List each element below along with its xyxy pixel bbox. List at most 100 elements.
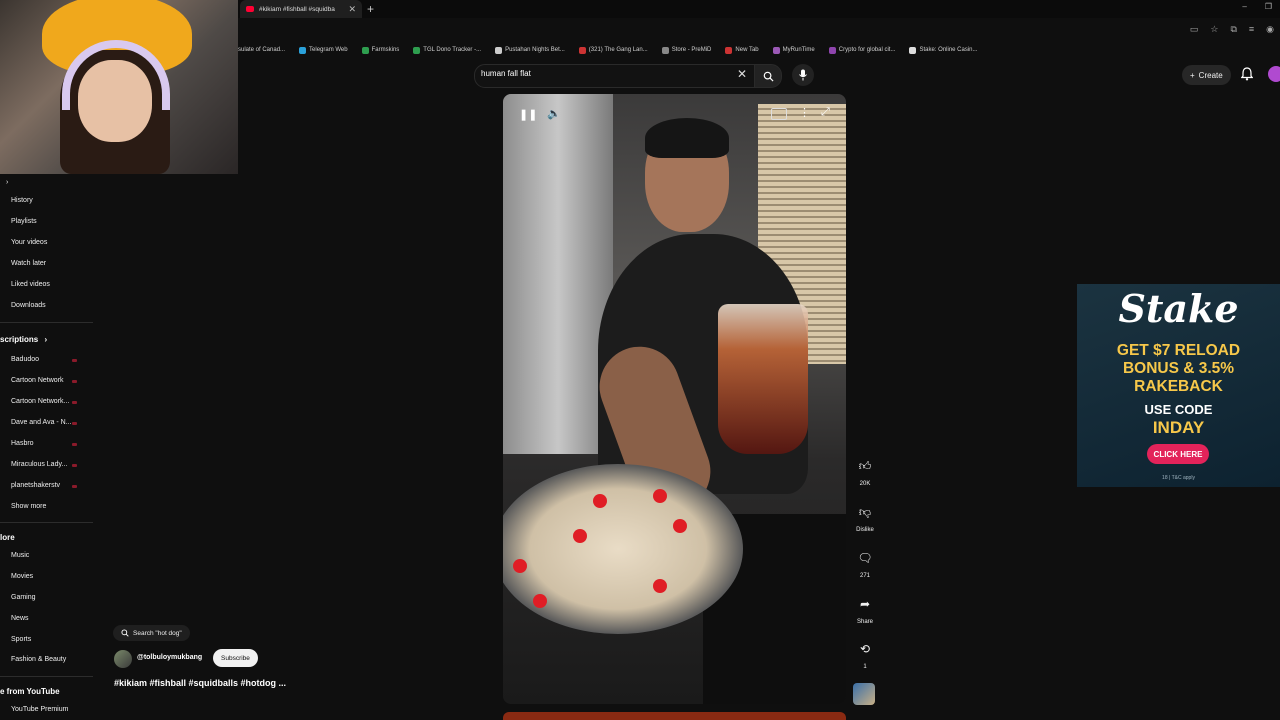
remix-button[interactable]: ⟲ 1 — [852, 642, 878, 670]
video-hair-shape — [645, 118, 729, 158]
subscriptions-heading[interactable]: scriptions › — [0, 335, 47, 344]
subscription-item[interactable]: Dave and Ava - N... — [11, 419, 72, 426]
browser-tab-active[interactable]: #kikiam #fishball #squidba ✕ — [240, 0, 362, 18]
new-content-indicator — [72, 359, 77, 362]
explore-heading: lore — [0, 533, 15, 542]
bookmark-item[interactable]: TGL Dono Tracker -... — [413, 43, 481, 57]
microphone-icon — [799, 69, 807, 81]
dislike-button[interactable]: 👎︎ Dislike — [852, 505, 878, 533]
sidebar-item-gaming[interactable]: Gaming — [11, 594, 36, 601]
subscription-item[interactable]: Miraculous Lady... — [11, 461, 67, 468]
pause-icon[interactable]: ❚❚ — [519, 108, 537, 121]
sidebar-item-youtube-premium[interactable]: YouTube Premium — [11, 706, 68, 713]
sidebar-item-movies[interactable]: Movies — [11, 573, 33, 580]
bookmark-label: TGL Dono Tracker -... — [423, 47, 482, 53]
ad-headline-line: BONUS & 3.5% — [1122, 360, 1235, 377]
sidebar-item-history[interactable]: History — [11, 197, 33, 204]
video-wok-shape — [503, 464, 743, 634]
bookmark-item[interactable]: (321) The Gang Lan... — [578, 43, 648, 57]
sidebar-divider — [0, 322, 93, 323]
ad-click-here-button[interactable]: CLICK HERE — [1147, 444, 1209, 464]
video-food-shape — [593, 494, 607, 508]
bookmark-favicon-icon — [909, 46, 917, 54]
bookmark-favicon-icon — [495, 46, 503, 54]
video-cup-shape — [718, 304, 808, 454]
account-avatar[interactable] — [1268, 66, 1280, 82]
sidebar-item-music[interactable]: Music — [11, 552, 29, 559]
channel-avatar[interactable] — [114, 650, 132, 668]
profile-icon[interactable]: ◉ — [1266, 24, 1274, 35]
new-content-indicator — [72, 464, 77, 467]
subscription-item[interactable]: planetshakerstv — [11, 482, 60, 489]
notifications-button[interactable] — [1240, 67, 1254, 86]
channel-name[interactable]: @tolbuloymukbang — [137, 654, 202, 661]
subscription-item[interactable]: Hasbro — [11, 440, 34, 447]
video-fridge-shape — [503, 94, 613, 454]
ad-use-code: USE CODE — [1144, 402, 1213, 417]
more-options-icon[interactable]: ⋮ — [799, 106, 810, 119]
sidebar-item-fashion-beauty[interactable]: Fashion & Beauty — [11, 656, 66, 663]
bookmark-item[interactable]: Stake: Online Casin... — [909, 43, 978, 57]
next-short-preview[interactable] — [503, 712, 846, 720]
ad-headline-line: RAKEBACK — [1134, 378, 1223, 395]
bookmark-label: MyRunTime — [782, 47, 815, 53]
like-button[interactable]: 👍︎ 20K — [852, 459, 878, 487]
volume-icon[interactable]: 🔈 — [547, 107, 561, 120]
bookmark-label: Pustahan Nights Bet... — [505, 47, 565, 53]
restore-icon[interactable]: ❐ — [1265, 2, 1272, 11]
comments-button[interactable]: 🗨︎ 271 — [852, 551, 878, 579]
bookmark-label: Stake: Online Casin... — [919, 47, 978, 53]
related-search-pill[interactable]: Search "hot dog" — [113, 625, 190, 641]
share-label: Share — [856, 619, 873, 625]
bookmark-item[interactable]: Farmskins — [361, 43, 400, 57]
bookmark-item[interactable]: MyRunTime — [772, 43, 815, 57]
clear-search-icon[interactable]: ✕ — [737, 67, 747, 81]
bookmark-item[interactable]: New Tab — [725, 43, 759, 57]
media-icon[interactable]: ≡ — [1249, 24, 1254, 35]
share-button[interactable]: ➦ Share — [852, 597, 878, 625]
remix-count: 1 — [863, 664, 867, 670]
voice-search-button[interactable] — [792, 64, 814, 86]
minimize-icon[interactable]: – — [1242, 2, 1246, 11]
new-content-indicator — [72, 422, 77, 425]
bookmark-item[interactable]: sulate of Canad... — [238, 43, 285, 57]
create-button[interactable]: + Create — [1182, 65, 1231, 85]
sidebar-item-liked-videos[interactable]: Liked videos — [11, 281, 50, 288]
bookmark-label: (321) The Gang Lan... — [588, 47, 648, 53]
sound-thumbnail[interactable] — [853, 683, 875, 705]
bookmark-item[interactable]: Pustahan Nights Bet... — [495, 43, 565, 57]
subscription-item[interactable]: Cartoon Network... — [11, 398, 69, 405]
captions-icon[interactable] — [771, 108, 787, 120]
comment-icon: 🗨︎ — [857, 551, 873, 565]
fullscreen-icon[interactable]: ⤢ — [821, 106, 830, 119]
new-content-indicator — [72, 401, 77, 404]
bookmark-star-icon[interactable]: ☆ — [1210, 24, 1218, 35]
subscription-item[interactable]: Cartoon Network — [11, 377, 64, 384]
new-content-indicator — [72, 443, 77, 446]
show-more-button[interactable]: Show more — [11, 503, 46, 510]
video-title[interactable]: #kikiam #fishball #squidballs #hotdog ..… — [114, 678, 286, 688]
tab-close-icon[interactable]: ✕ — [348, 4, 356, 15]
search-input[interactable]: human fall flat — [481, 69, 531, 78]
bookmark-favicon-icon — [413, 46, 421, 54]
search-button[interactable] — [754, 64, 782, 88]
subscription-item[interactable]: Badudoo — [11, 356, 39, 363]
sidebar-item-news[interactable]: News — [11, 615, 29, 622]
new-tab-button[interactable]: + — [367, 2, 374, 16]
subscribe-button[interactable]: Subscribe — [213, 649, 258, 667]
sidebar-item-watch-later[interactable]: Watch later — [11, 260, 46, 267]
shorts-video-player[interactable]: ❚❚ 🔈 ⋮ ⤢ — [503, 94, 846, 704]
bookmark-item[interactable]: Crypto for global cit... — [828, 43, 895, 57]
install-app-icon[interactable]: ▭ — [1190, 24, 1199, 35]
sidebar-expand-chevron-icon[interactable]: › — [6, 179, 8, 186]
bookmark-item[interactable]: Store - PreMiD — [661, 43, 711, 57]
bookmark-label: Farmskins — [371, 47, 400, 53]
sidebar-item-your-videos[interactable]: Your videos — [11, 239, 47, 246]
sidebar-item-sports[interactable]: Sports — [11, 636, 31, 643]
sidebar-item-playlists[interactable]: Playlists — [11, 218, 37, 225]
sidebar-item-downloads[interactable]: Downloads — [11, 302, 46, 309]
stake-advertisement[interactable]: Stake GET $7 RELOAD BONUS & 3.5% RAKEBAC… — [1077, 284, 1280, 487]
bookmark-item[interactable]: Telegram Web — [299, 43, 348, 57]
search-icon — [763, 71, 774, 82]
extensions-icon[interactable]: ⧉ — [1230, 24, 1236, 35]
